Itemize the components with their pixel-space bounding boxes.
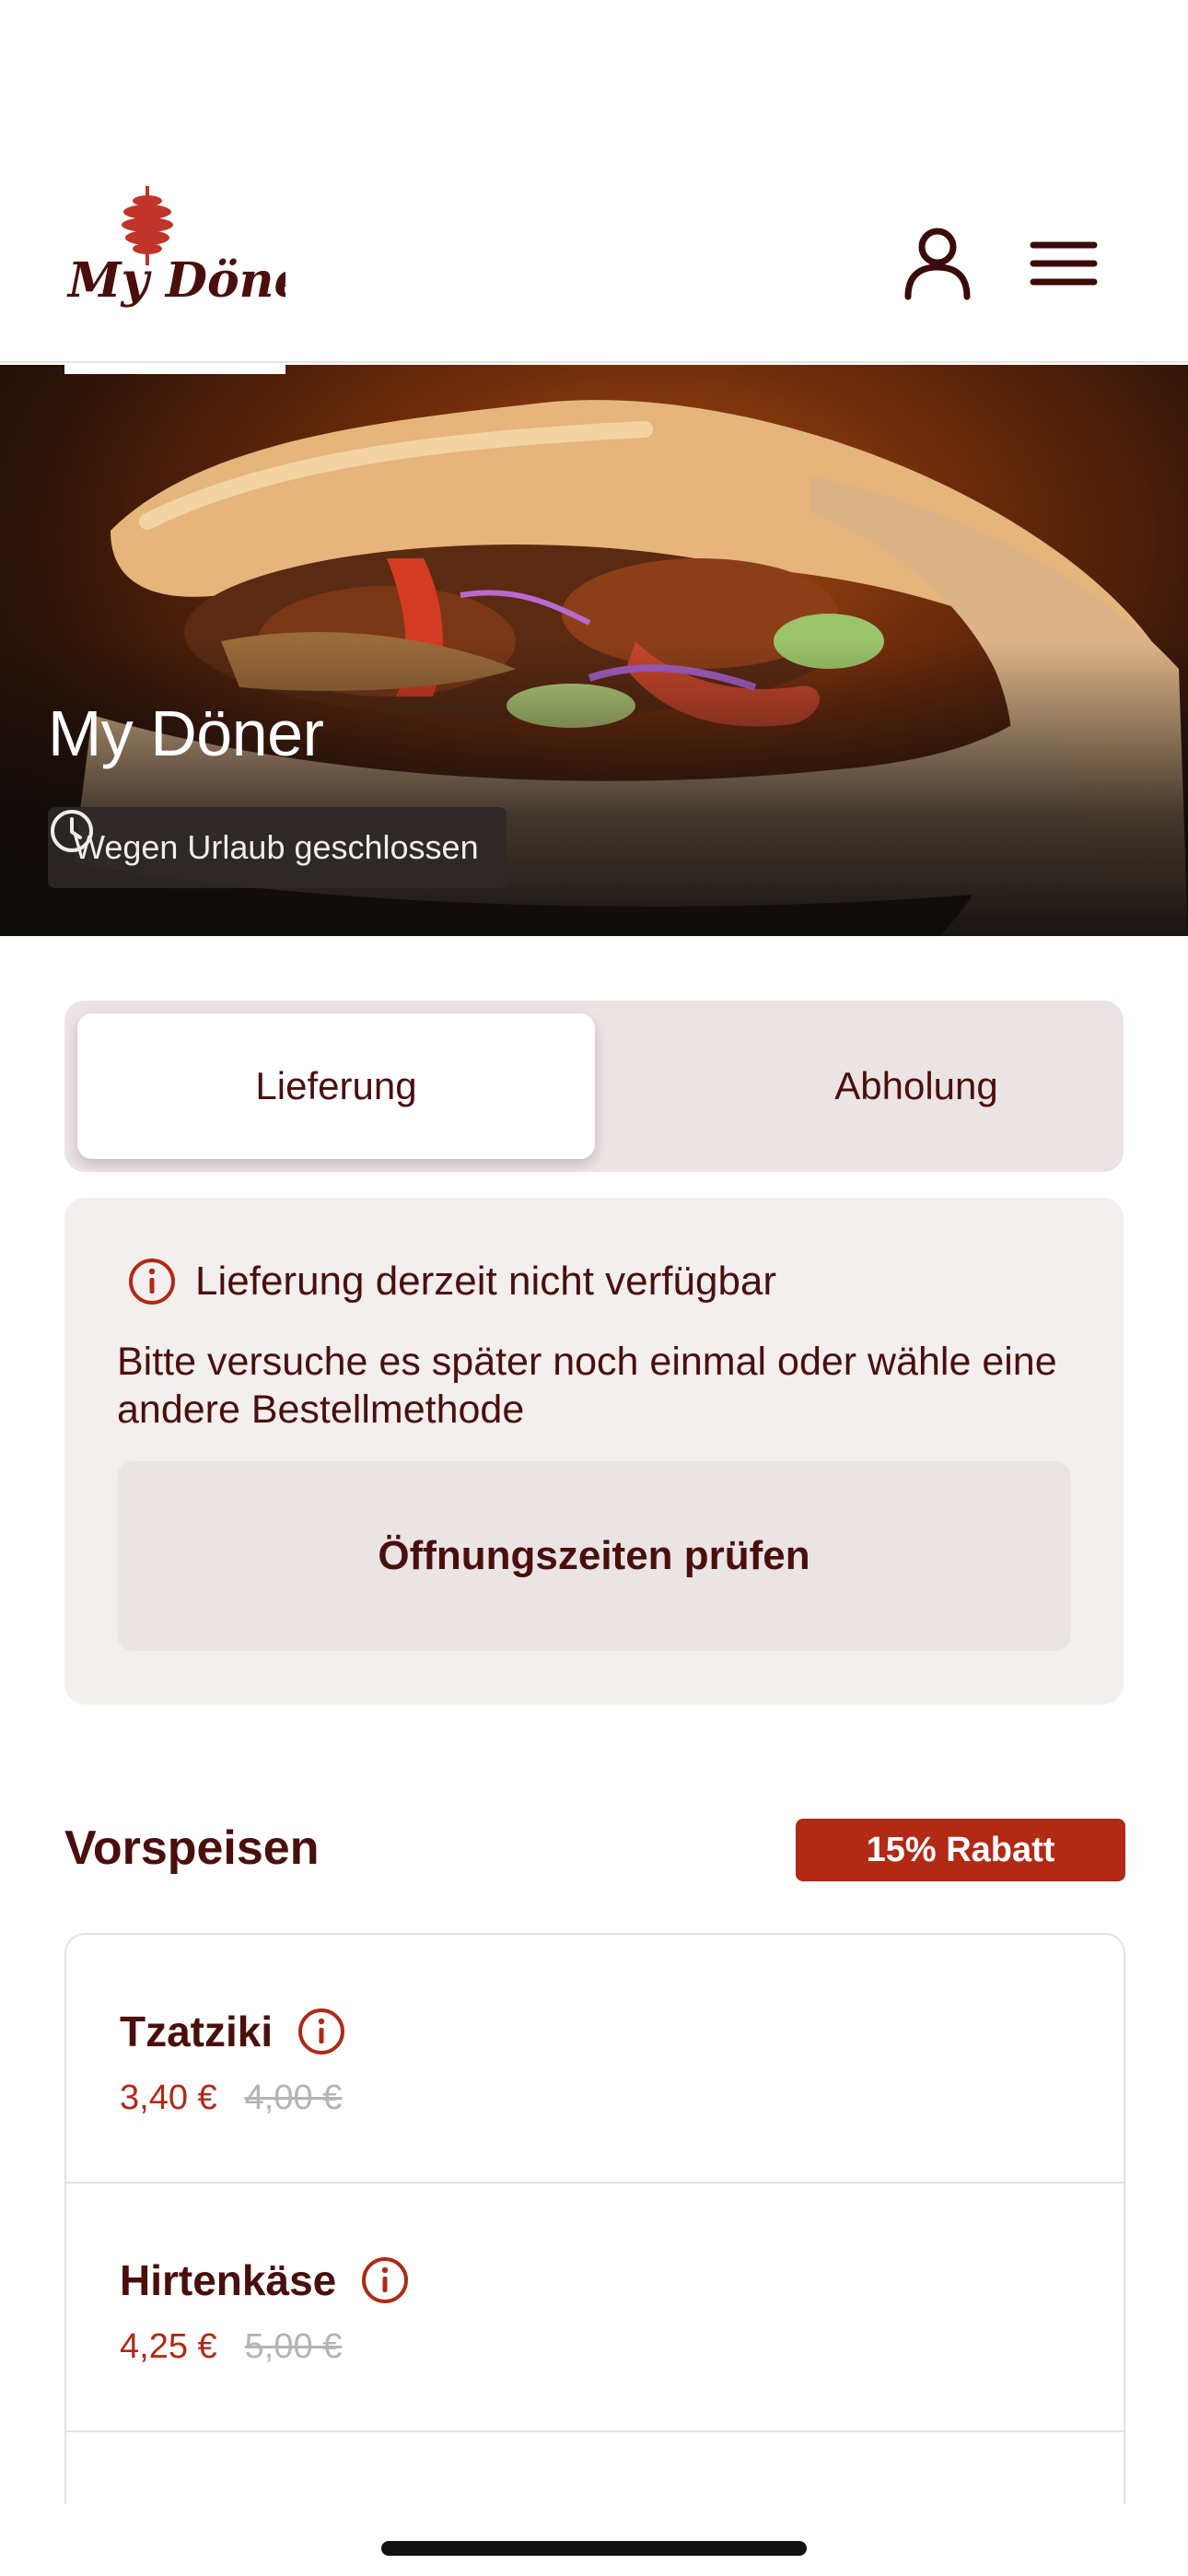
- item-name-row: Hirtenkäse: [120, 2255, 410, 2305]
- menu-list: Tzatziki 3,40 € 4,00 € Hirtenkäse 4,25 €…: [64, 1933, 1125, 2504]
- tab-pickup[interactable]: Abholung: [658, 1013, 1175, 1159]
- check-opening-hours-button[interactable]: Öffnungszeiten prüfen: [117, 1461, 1071, 1651]
- info-icon: [129, 1259, 175, 1305]
- order-mode-toggle: Lieferung Abholung: [64, 1001, 1124, 1172]
- item-old-price: 4,00 €: [244, 2078, 343, 2117]
- list-item[interactable]: Tzatziki 3,40 € 4,00 €: [66, 1935, 1124, 2184]
- logo-text: My Döner: [66, 252, 285, 309]
- hamburger-menu-icon: [1030, 241, 1098, 286]
- delivery-unavailable-notice: Lieferung derzeit nicht verfügbar Bitte …: [64, 1198, 1124, 1704]
- restaurant-page: My Döner: [0, 0, 1188, 2576]
- item-price: 3,40 €: [120, 2078, 217, 2117]
- brand-logo[interactable]: My Döner: [64, 184, 333, 332]
- notice-body: Bitte versuche es später noch einmal ode…: [117, 1340, 1057, 1432]
- item-price-row: 3,40 € 4,00 €: [120, 2078, 342, 2118]
- item-price-row: 4,25 € 5,00 €: [120, 2327, 342, 2367]
- list-item[interactable]: Hirtenkäse 4,25 € 5,00 €: [66, 2184, 1124, 2432]
- menu-button[interactable]: [1030, 236, 1098, 291]
- tab-delivery[interactable]: Lieferung: [77, 1013, 595, 1159]
- notice-title: Lieferung derzeit nicht verfügbar: [195, 1259, 777, 1304]
- item-price: 4,25 €: [120, 2327, 217, 2366]
- home-indicator[interactable]: [381, 2541, 807, 2556]
- discount-badge: 15% Rabatt: [796, 1819, 1125, 1881]
- notice-header: Lieferung derzeit nicht verfügbar: [127, 1257, 776, 1306]
- hero-banner: My Döner Wegen Urlaub geschlossen: [0, 365, 1188, 936]
- logo-tab-indicator: [64, 363, 285, 374]
- app-header: My Döner: [0, 0, 1188, 363]
- item-old-price: 5,00 €: [244, 2327, 343, 2366]
- section-title: Vorspeisen: [64, 1821, 320, 1875]
- hero-gradient: [0, 641, 1188, 936]
- restaurant-name: My Döner: [48, 697, 324, 769]
- clock-icon: [51, 810, 93, 852]
- status-text: Wegen Urlaub geschlossen: [74, 828, 479, 866]
- status-badge: Wegen Urlaub geschlossen: [48, 807, 507, 888]
- account-button[interactable]: [899, 225, 976, 302]
- info-icon[interactable]: [360, 2255, 410, 2305]
- item-name: Tzatziki: [120, 2008, 274, 2055]
- item-name-row: Tzatziki: [120, 2007, 346, 2056]
- user-icon: [904, 228, 971, 300]
- info-icon[interactable]: [297, 2007, 346, 2056]
- item-name: Hirtenkäse: [120, 2256, 337, 2304]
